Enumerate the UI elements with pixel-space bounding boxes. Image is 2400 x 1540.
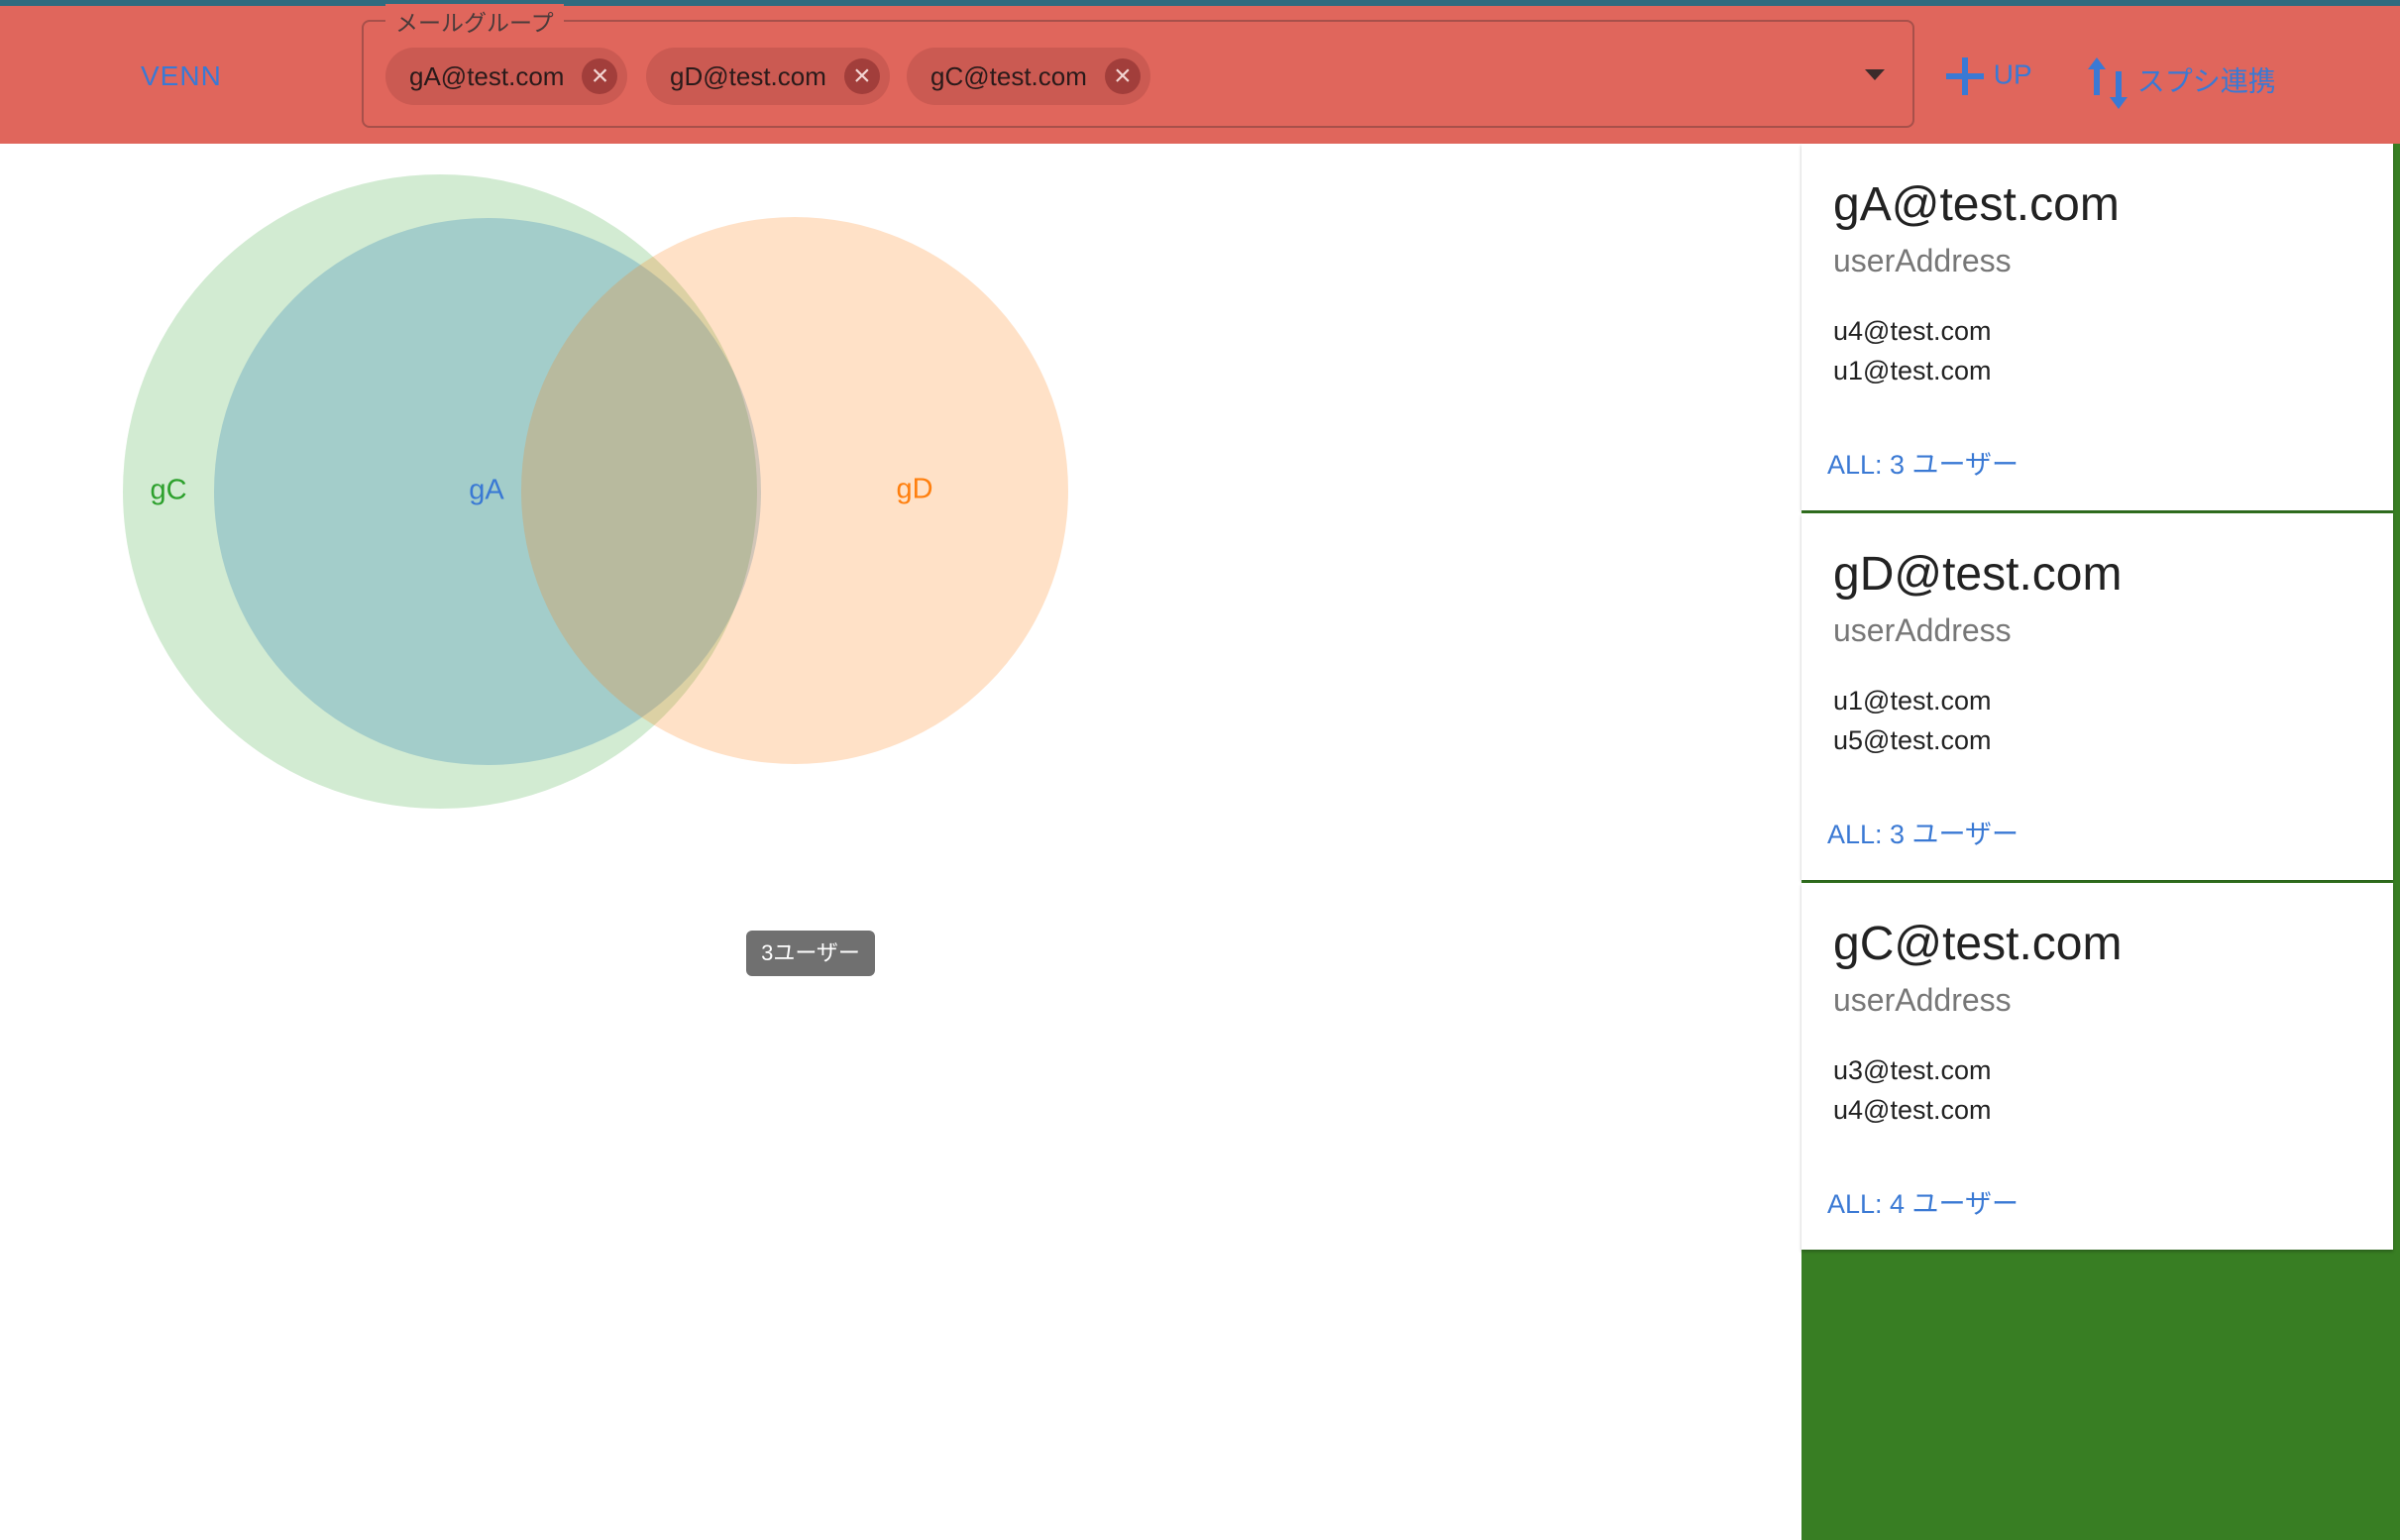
arrow-drop-down-icon[interactable] (1865, 69, 1885, 80)
tab-venn[interactable]: VENN (141, 60, 222, 92)
card-user-item: u5@test.com (1833, 725, 1992, 755)
card-user-item: u1@test.com (1833, 356, 1992, 385)
card-user-item: u4@test.com (1833, 316, 1992, 346)
up-button-label: UP (1993, 58, 2032, 90)
chip-gd[interactable]: gD@test.com × (646, 48, 890, 105)
venn-tooltip: 3ユーザー (746, 931, 875, 976)
card-all-users-button[interactable]: ALL: 4 ユーザー (1827, 1182, 2018, 1221)
card-all-users-button[interactable]: ALL: 3 ユーザー (1827, 443, 2018, 482)
venn-label-gc: gC (150, 475, 186, 506)
venn-diagram: gC gA gD (123, 174, 1068, 809)
card-user-item: u1@test.com (1833, 686, 1992, 715)
group-card-ga: gA@test.com userAddress u4@test.com u1@t… (1801, 144, 2393, 510)
close-circle-icon[interactable]: × (1104, 58, 1141, 94)
swap-vertical-icon (2088, 57, 2127, 109)
app-bar: VENN メールグループ gA@test.com × gD@test.com ×… (0, 4, 2400, 144)
chip-gc[interactable]: gC@test.com × (907, 48, 1150, 105)
select-label: メールグループ (385, 4, 564, 38)
chip-label: gD@test.com (670, 61, 826, 91)
venn-label-gd: gD (896, 474, 932, 505)
card-all-users-button[interactable]: ALL: 3 ユーザー (1827, 813, 2018, 851)
up-button[interactable]: UP (1944, 55, 2032, 97)
plus-icon (1946, 57, 1984, 95)
group-detail-panel: gA@test.com userAddress u4@test.com u1@t… (1801, 144, 2400, 1540)
card-subtitle: userAddress (1833, 612, 2012, 648)
group-card-gc: gC@test.com userAddress u3@test.com u4@t… (1801, 883, 2393, 1250)
card-subtitle: userAddress (1833, 982, 2012, 1018)
card-user-item: u3@test.com (1833, 1055, 1992, 1085)
card-subtitle: userAddress (1833, 243, 2012, 278)
sheet-sync-button[interactable]: スプシ連携 (2086, 55, 2276, 111)
sheet-sync-label: スプシ連携 (2136, 65, 2276, 97)
venn-circle-gd[interactable] (521, 217, 1068, 764)
close-circle-icon[interactable]: × (843, 58, 880, 94)
card-user-item: u4@test.com (1833, 1095, 1992, 1125)
card-title: gA@test.com (1833, 178, 2120, 231)
card-title: gD@test.com (1833, 548, 2123, 601)
chip-ga[interactable]: gA@test.com × (385, 48, 628, 105)
chip-label: gA@test.com (409, 61, 565, 91)
chip-label: gC@test.com (930, 61, 1087, 91)
mail-group-select[interactable]: メールグループ gA@test.com × gD@test.com × gC@t… (362, 4, 1914, 128)
group-card-gd: gD@test.com userAddress u1@test.com u5@t… (1801, 513, 2393, 880)
venn-label-ga: gA (469, 475, 504, 506)
card-title: gC@test.com (1833, 918, 2123, 970)
close-circle-icon[interactable]: × (582, 58, 618, 94)
